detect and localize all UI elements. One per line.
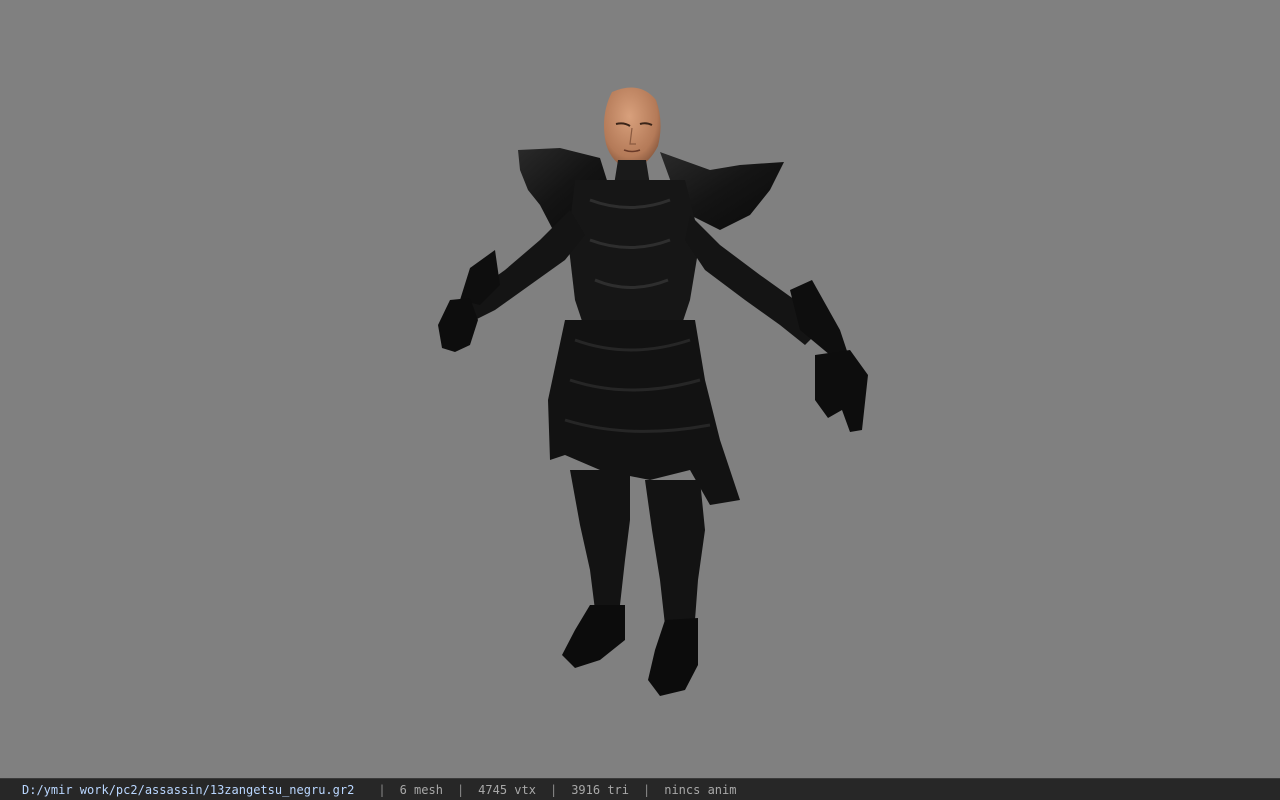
mesh-count: 6 mesh bbox=[399, 782, 443, 797]
animation-status: nincs anim bbox=[664, 782, 737, 797]
right-hand bbox=[815, 350, 868, 432]
character-torso bbox=[568, 180, 700, 330]
status-separator: | bbox=[378, 782, 386, 797]
status-bar: D:/ymir work/pc2/assassin/13zangetsu_neg… bbox=[0, 778, 1280, 800]
left-boot bbox=[562, 605, 625, 668]
triangle-count: 3916 tri bbox=[571, 782, 629, 797]
left-leg bbox=[570, 470, 630, 610]
character-head bbox=[604, 87, 661, 170]
status-separator: | bbox=[549, 782, 558, 797]
left-hand bbox=[438, 298, 478, 352]
right-boot bbox=[648, 618, 698, 696]
vertex-count: 4745 vtx bbox=[478, 782, 536, 797]
status-separator: | bbox=[643, 782, 651, 797]
character-model[interactable] bbox=[0, 0, 1280, 778]
right-leg bbox=[645, 480, 705, 625]
3d-viewport[interactable] bbox=[0, 0, 1280, 778]
file-path: D:/ymir work/pc2/assassin/13zangetsu_neg… bbox=[22, 782, 355, 797]
status-separator: | bbox=[456, 782, 465, 797]
